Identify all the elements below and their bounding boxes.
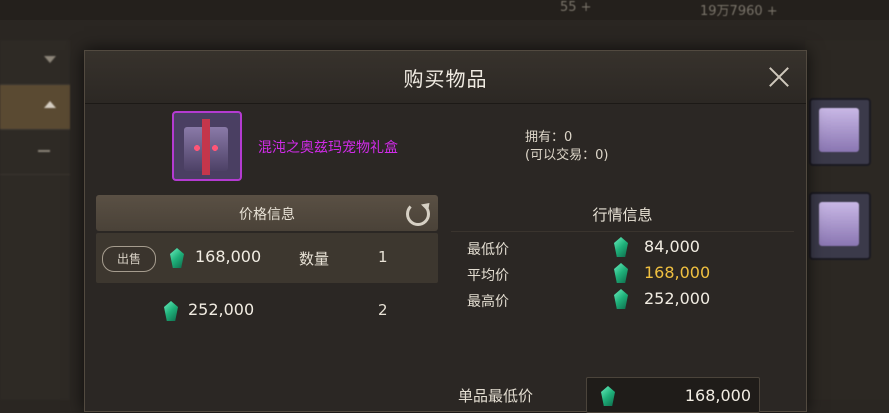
refresh-icon[interactable] [406, 202, 430, 226]
listing-card[interactable] [809, 192, 871, 260]
gem-icon [164, 301, 178, 321]
price-row[interactable]: 出售 168,000 数量 1 [96, 233, 438, 283]
market-label: 平均价 [467, 268, 509, 284]
item-name: 混沌之奥兹玛宠物礼盒 [258, 140, 398, 156]
market-value: 252,000 [644, 289, 711, 308]
quantity-label: 数量 [299, 250, 330, 268]
market-info-title: 行情信息 [592, 206, 653, 224]
market-row-min: 最低价 84,000 [451, 235, 794, 261]
chevron-down-icon [44, 56, 56, 63]
market-label: 最低价 [467, 242, 509, 258]
unit-min-price-box: 168,000 [586, 377, 760, 413]
price-row[interactable]: 252,000 2 [96, 285, 438, 335]
eyes-decoration [192, 145, 220, 151]
category-row[interactable] [0, 130, 70, 175]
purchase-dialog: 购买物品 混沌之奥兹玛宠物礼盒 拥有：0 (可以交易：0) 价格信息 出售 16… [84, 50, 807, 413]
market-info-header: 行情信息 [451, 195, 794, 232]
owned-count: 拥有：0 [525, 130, 573, 145]
gem-icon [614, 289, 628, 309]
close-icon[interactable] [766, 64, 792, 90]
listing-card[interactable] [809, 98, 871, 166]
market-label: 最高价 [467, 294, 509, 310]
dialog-header: 购买物品 [85, 51, 806, 104]
gem-icon [614, 237, 628, 257]
tradable-count: (可以交易：0) [525, 148, 609, 163]
market-value: 84,000 [644, 237, 700, 256]
price-info-title: 价格信息 [239, 207, 295, 223]
sell-badge[interactable]: 出售 [102, 246, 156, 272]
market-row-max: 最高价 252,000 [451, 287, 794, 313]
market-row-avg: 平均价 168,000 [451, 261, 794, 287]
dialog-title: 购买物品 [403, 67, 488, 91]
item-thumbnail[interactable] [172, 111, 242, 181]
ownership-info: 拥有：0 (可以交易：0) [525, 129, 608, 165]
chevron-up-icon [44, 101, 56, 108]
price-value: 252,000 [188, 300, 255, 319]
quantity-value: 1 [378, 248, 388, 266]
price-info-panel: 价格信息 出售 168,000 数量 1 252,000 2 [96, 195, 438, 410]
dash-icon [38, 150, 50, 152]
gift-box-icon [819, 108, 859, 152]
category-row[interactable] [0, 40, 70, 85]
unit-min-price-label: 单品最低价 [458, 387, 534, 405]
market-value: 168,000 [644, 263, 711, 282]
gem-icon [614, 263, 628, 283]
currency-value-2: 19万7960 + [700, 4, 778, 19]
right-listing-column [805, 40, 889, 400]
gift-box-icon [819, 202, 859, 246]
top-currency-bar: 55 + 19万7960 + [0, 0, 889, 20]
unit-min-price-value: 168,000 [684, 386, 751, 405]
price-value: 168,000 [195, 247, 262, 266]
currency-value-1: 55 + [560, 0, 592, 15]
quantity-value: 2 [378, 301, 388, 319]
price-info-header: 价格信息 [96, 195, 438, 231]
gem-icon [601, 386, 615, 406]
left-category-list [0, 40, 70, 400]
category-row-active[interactable] [0, 85, 70, 130]
gem-icon [170, 248, 184, 268]
